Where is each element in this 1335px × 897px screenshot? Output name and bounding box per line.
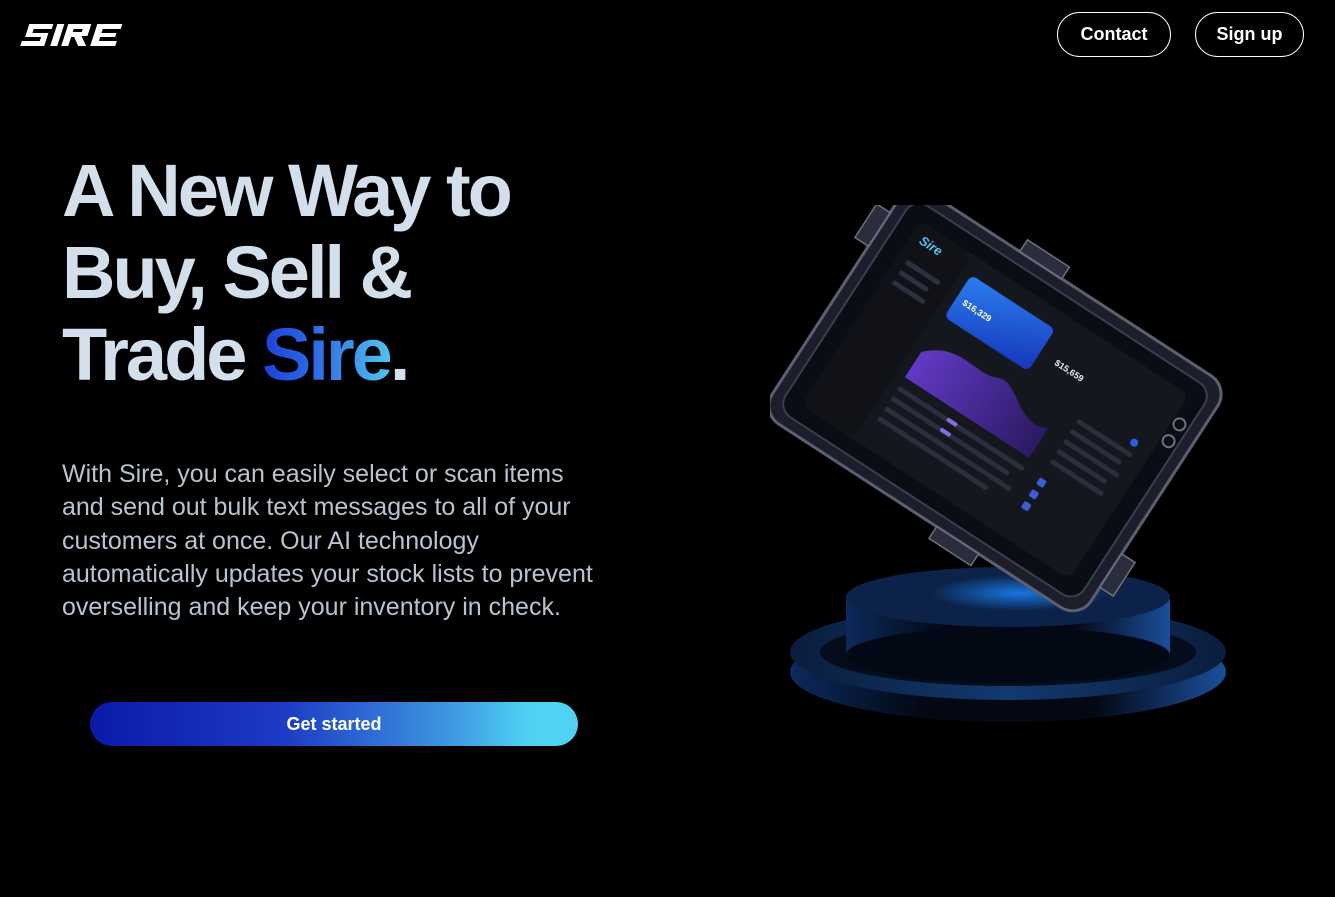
headline-line-3: Trade Sire.	[62, 314, 510, 396]
hero-description: With Sire, you can easily select or scan…	[62, 460, 593, 622]
headline-period: .	[389, 313, 410, 396]
headline-line-1: A New Way to	[62, 149, 513, 232]
get-started-button[interactable]: Get started	[90, 702, 578, 746]
sign-up-button[interactable]: Sign up	[1195, 12, 1304, 57]
sire-logo[interactable]	[20, 22, 144, 48]
tablet-device: Sire $16,329 $15,659	[770, 205, 1223, 613]
contact-button[interactable]: Contact	[1057, 12, 1171, 57]
device-pedestal-illustration: Sire $16,329 $15,659	[770, 205, 1226, 722]
headline-line-2: Buy, Sell &	[62, 231, 413, 314]
headline-brand: Sire	[262, 313, 393, 396]
landing-page: Contact Sign up A New Way to Buy, Sell &…	[0, 0, 1335, 897]
headline-prefix: Trade	[62, 313, 262, 396]
pedestal-top-bottom	[846, 627, 1170, 683]
hero-headline: A New Way to Buy, Sell & Trade Sire.	[62, 149, 513, 396]
